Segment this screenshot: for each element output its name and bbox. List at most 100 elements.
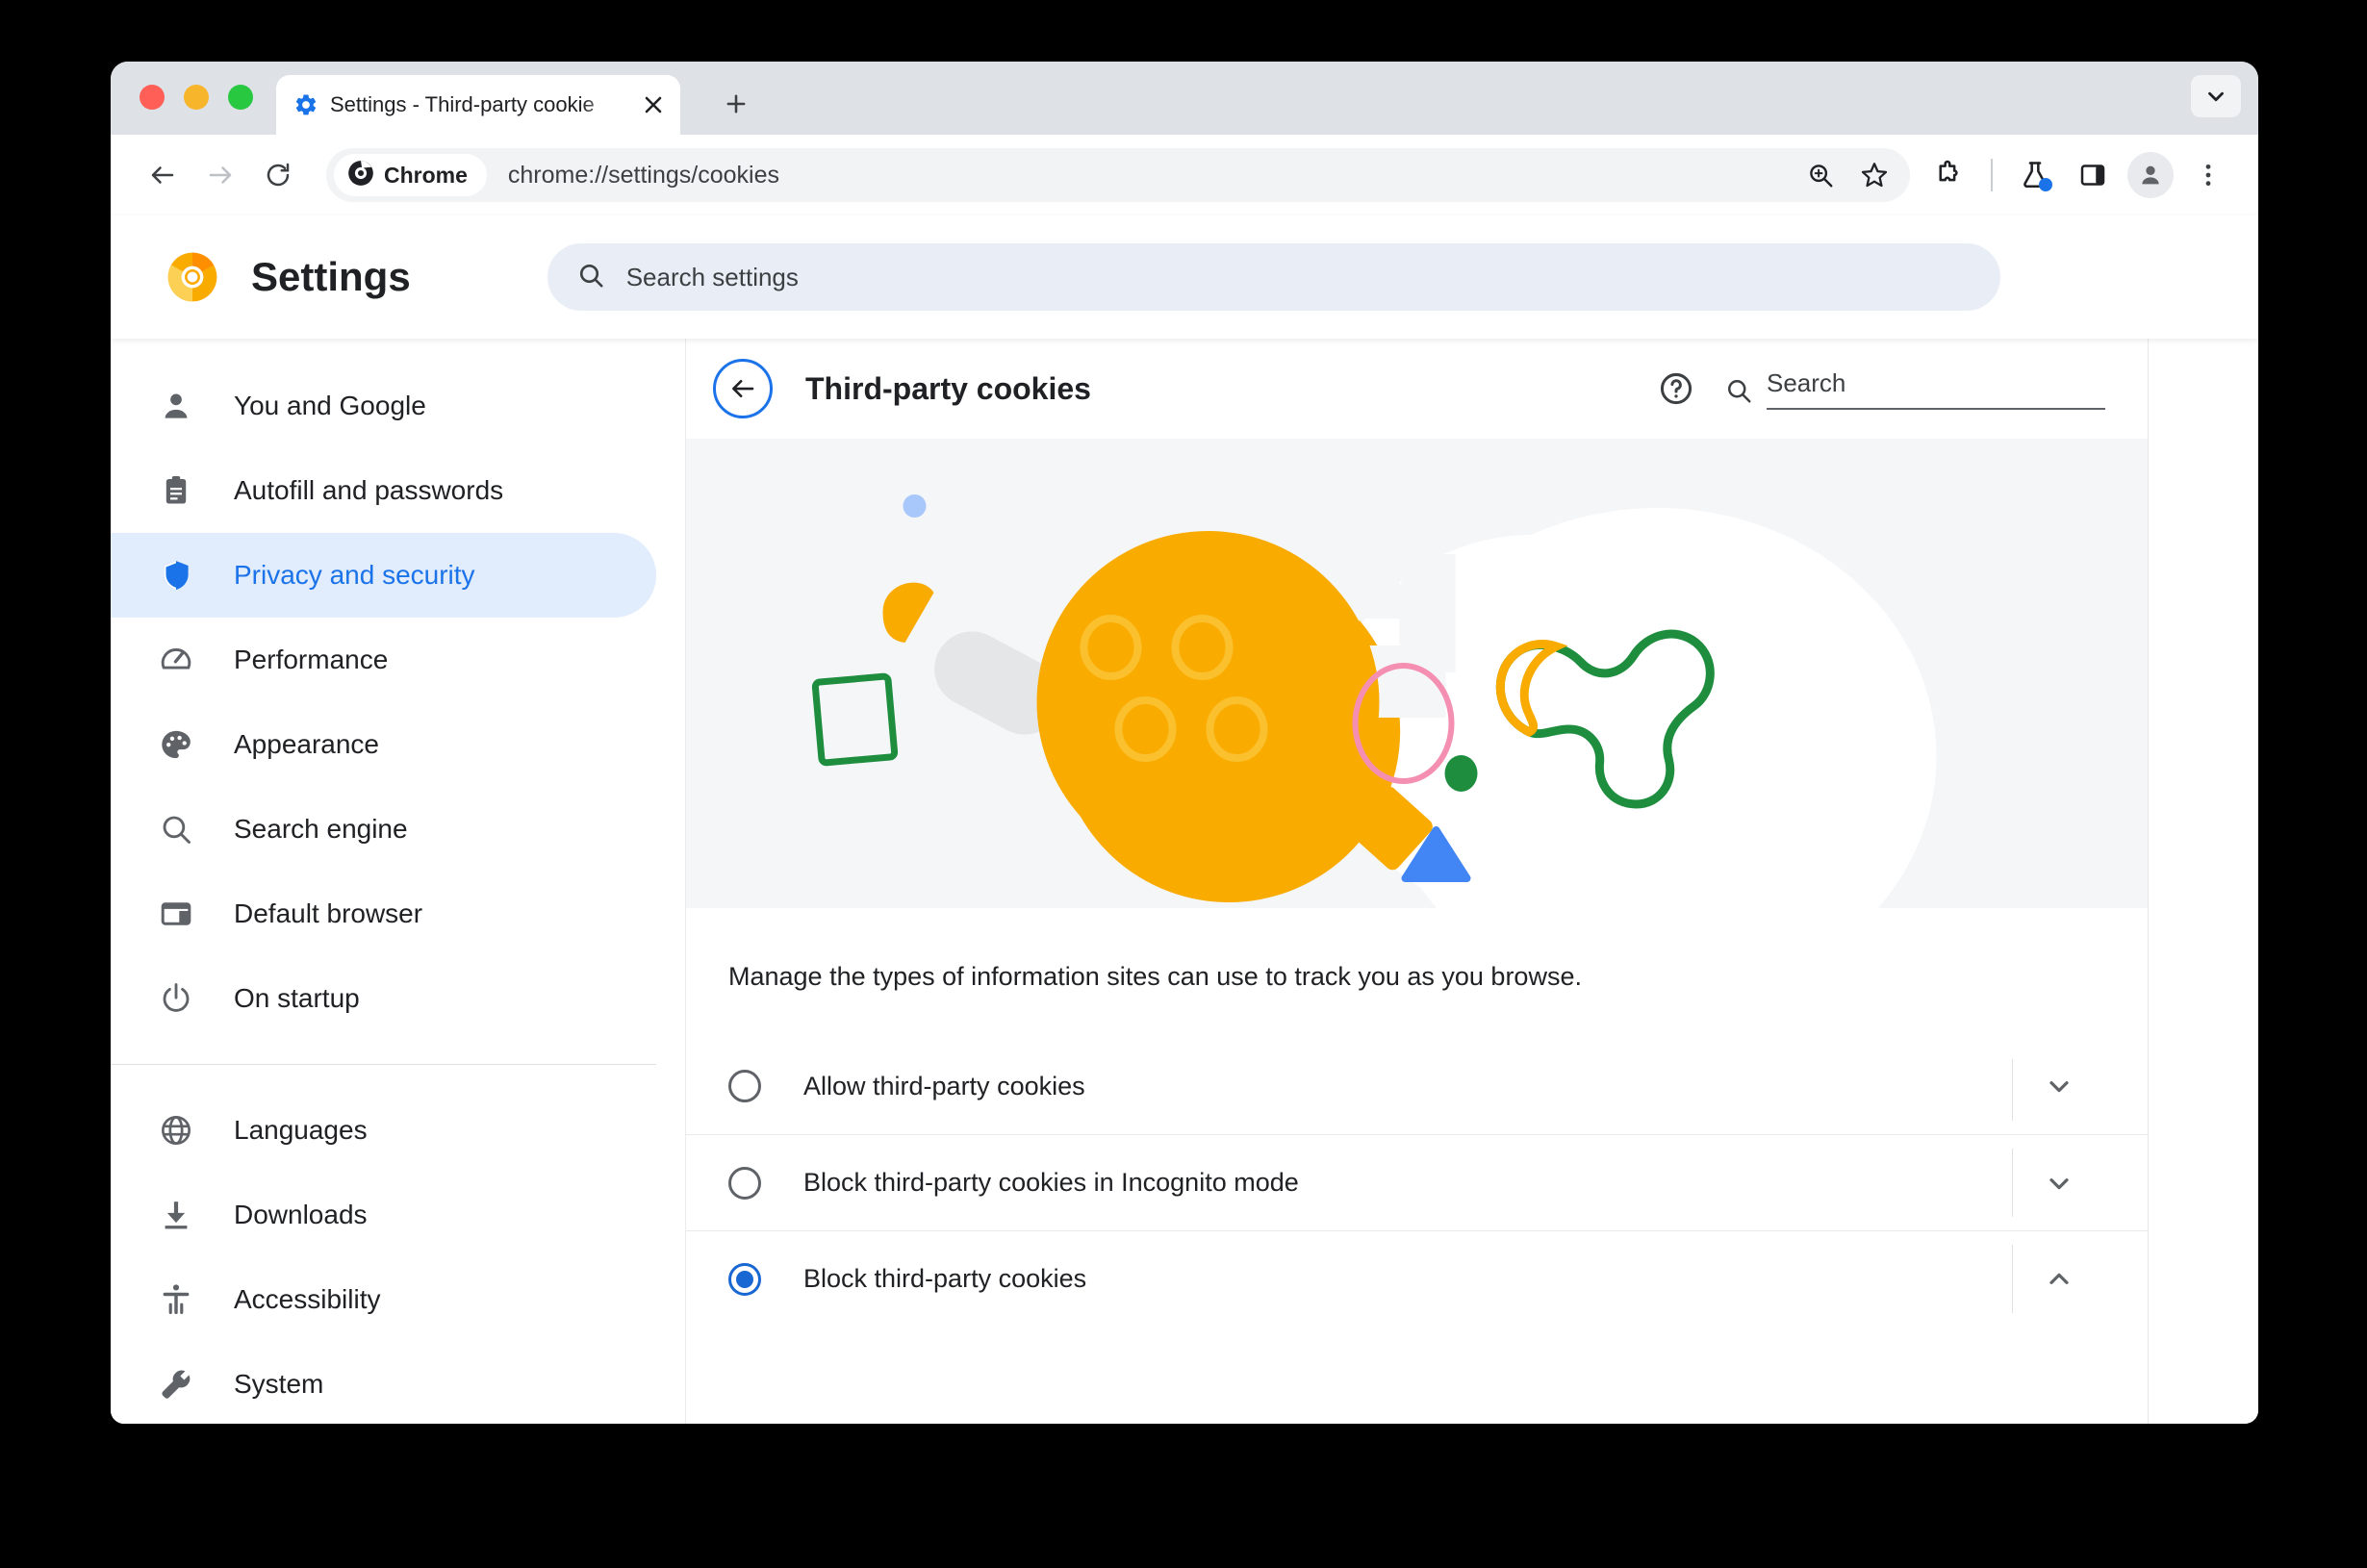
omnibox-chrome-chip: Chrome [334, 154, 487, 196]
omnibox-actions [1798, 153, 1910, 197]
radio-button[interactable] [728, 1166, 761, 1200]
page-title: Settings [251, 254, 411, 299]
sidebar-item-on-startup[interactable]: On startup [111, 956, 656, 1041]
star-icon[interactable] [1852, 153, 1896, 197]
chrome-icon [347, 160, 374, 191]
sidebar-item-label: System [234, 1369, 324, 1399]
forward-button[interactable] [193, 148, 247, 202]
chevron-down-icon[interactable] [2013, 1135, 2105, 1230]
content-search[interactable]: Search [1724, 368, 2105, 410]
radio-button[interactable] [728, 1070, 761, 1102]
back-button[interactable] [136, 148, 190, 202]
shield-icon [157, 556, 195, 594]
accessibility-icon [157, 1280, 195, 1319]
back-button[interactable] [713, 359, 773, 418]
settings-main-content: Third-party cookies Search Manage the ty… [686, 339, 2258, 1424]
cookie-description: Manage the types of information sites ca… [728, 962, 1582, 991]
page-heading: Third-party cookies [805, 370, 1091, 406]
sidebar-item-label: Privacy and security [234, 560, 475, 590]
window-traffic-lights [140, 85, 253, 110]
settings-sidebar: You and Google Autofill and passwords Pr… [111, 339, 686, 1424]
close-icon[interactable] [640, 91, 667, 118]
sidebar-item-accessibility[interactable]: Accessibility [111, 1257, 656, 1342]
sidebar-item-downloads[interactable]: Downloads [111, 1173, 656, 1257]
radio-row-allow-third-party-cookies[interactable]: Allow third-party cookies [686, 1038, 2148, 1134]
radio-dot [736, 1270, 753, 1288]
browser-window: Settings - Third-party cookie Chrome chr… [111, 62, 2258, 1424]
side-panel-icon[interactable] [2068, 150, 2118, 200]
search-settings-placeholder: Search settings [625, 262, 799, 291]
sidebar-item-label: Downloads [234, 1200, 368, 1229]
browser-toolbar: Chrome chrome://settings/cookies [111, 135, 2258, 215]
person-icon [2127, 152, 2174, 198]
sidebar-item-appearance[interactable]: Appearance [111, 702, 656, 787]
browser-tab-active[interactable]: Settings - Third-party cookie [276, 75, 680, 135]
puzzle-piece-icon[interactable] [1923, 150, 1973, 200]
content-header-actions: Search [1655, 367, 2105, 410]
third-party-cookies-card: Third-party cookies Search Manage the ty… [686, 339, 2149, 1424]
content-header: Third-party cookies Search [686, 339, 2148, 439]
sidebar-item-label: Autofill and passwords [234, 475, 504, 505]
palette-icon [157, 725, 195, 764]
browser-tab-title: Settings - Third-party cookie [330, 92, 595, 116]
tab-search-button[interactable] [2191, 75, 2241, 117]
new-tab-button[interactable] [715, 83, 757, 125]
sidebar-item-label: Accessibility [234, 1284, 381, 1314]
cookie-illustration-svg [686, 439, 2148, 908]
reload-button[interactable] [251, 148, 305, 202]
sidebar-item-languages[interactable]: Languages [111, 1088, 656, 1173]
browser-window-icon [157, 895, 195, 933]
flask-notification-badge [2039, 178, 2052, 191]
omnibox-chip-label: Chrome [384, 162, 468, 188]
chevron-down-icon[interactable] [2013, 1038, 2105, 1134]
window-minimize-button[interactable] [184, 85, 209, 110]
sidebar-item-you-and-google[interactable]: You and Google [111, 364, 656, 448]
download-icon [157, 1196, 195, 1234]
content-search-input[interactable]: Search [1767, 368, 2105, 410]
chevron-up-icon[interactable] [2013, 1231, 2105, 1327]
tab-strip: Settings - Third-party cookie [111, 62, 2258, 135]
flask-icon[interactable] [2010, 150, 2060, 200]
search-icon [1724, 376, 1753, 410]
sidebar-item-system[interactable]: System [111, 1342, 656, 1424]
cookie-illustration [686, 439, 2148, 908]
power-icon [157, 979, 195, 1018]
settings-page-header: Settings Search settings [111, 215, 2258, 339]
chrome-canary-logo [165, 249, 220, 305]
radio-button-selected[interactable] [728, 1262, 761, 1296]
content-search-placeholder: Search [1767, 367, 1846, 397]
omnibox-url-text[interactable]: chrome://settings/cookies [508, 162, 779, 190]
window-close-button[interactable] [140, 85, 165, 110]
sidebar-item-label: Appearance [234, 729, 380, 759]
globe-icon [157, 1111, 195, 1150]
sidebar-item-label: On startup [234, 983, 360, 1013]
help-circle-icon[interactable] [1655, 367, 1697, 410]
sidebar-item-default-browser[interactable]: Default browser [111, 872, 656, 956]
radio-label: Allow third-party cookies [803, 1071, 1085, 1100]
zoom-in-icon[interactable] [1798, 153, 1843, 197]
sidebar-item-label: You and Google [234, 391, 426, 420]
clipboard-icon [157, 471, 195, 510]
settings-body: You and Google Autofill and passwords Pr… [111, 339, 2258, 1424]
omnibox[interactable]: Chrome chrome://settings/cookies [326, 148, 1910, 202]
three-dot-menu-icon[interactable] [2183, 150, 2233, 200]
radio-label: Block third-party cookies in Incognito m… [803, 1168, 1299, 1197]
radio-row-block-third-party-cookies-in-incognito-mode[interactable]: Block third-party cookies in Incognito m… [686, 1134, 2148, 1230]
window-maximize-button[interactable] [228, 85, 253, 110]
decoration-green-dot [1444, 755, 1478, 792]
settings-page: Settings Search settings You and Google … [111, 215, 2258, 1424]
radio-row-block-third-party-cookies[interactable]: Block third-party cookies [686, 1230, 2148, 1327]
toolbar-right-actions [1923, 150, 2233, 200]
sidebar-item-autofill-and-passwords[interactable]: Autofill and passwords [111, 448, 656, 533]
search-settings-input[interactable]: Search settings [547, 243, 2000, 311]
sidebar-item-search-engine[interactable]: Search engine [111, 787, 656, 872]
sidebar-item-privacy-and-security[interactable]: Privacy and security [111, 533, 656, 618]
toolbar-divider [1991, 159, 1993, 191]
speedometer-icon [157, 641, 195, 679]
wrench-icon [157, 1365, 195, 1404]
profile-avatar[interactable] [2125, 150, 2176, 200]
sidebar-item-label: Default browser [234, 898, 423, 928]
sidebar-item-performance[interactable]: Performance [111, 618, 656, 702]
cookie-options-group: Allow third-party cookies Block third-pa… [686, 1038, 2148, 1327]
gear-icon [293, 92, 318, 117]
